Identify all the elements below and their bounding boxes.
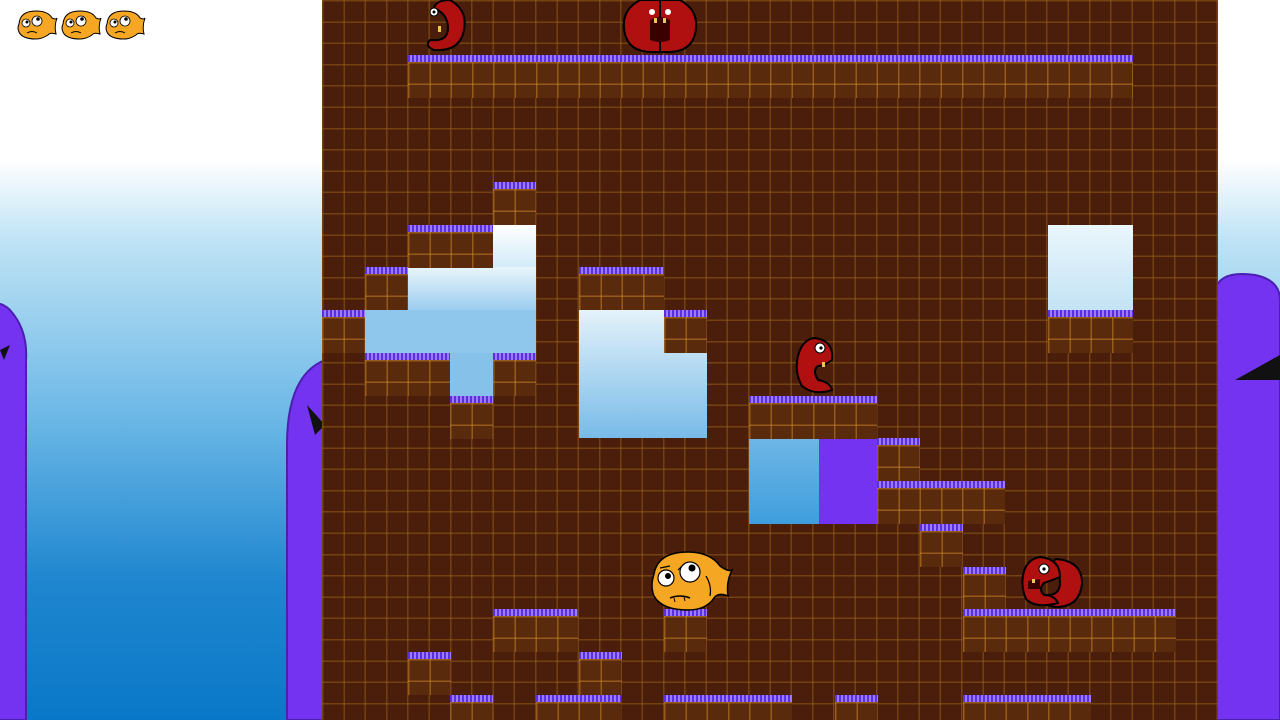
- player-face-icon: [16, 8, 58, 40]
- red-worm-pair-enemy-icon[interactable]: [1020, 555, 1084, 609]
- platform: [963, 695, 1091, 720]
- platform: [664, 310, 707, 353]
- platform: [408, 225, 493, 268]
- platform: [579, 267, 664, 310]
- platform: [877, 438, 920, 481]
- platform: [450, 695, 493, 720]
- platform: [877, 481, 1005, 524]
- platform: [664, 695, 792, 720]
- sky-gap: [365, 310, 536, 353]
- platform: [493, 353, 536, 396]
- platform: [408, 55, 1133, 98]
- red-worm-pair-enemy-icon[interactable]: [622, 0, 698, 54]
- platform: [579, 652, 622, 695]
- orange-blob-player-icon[interactable]: [648, 550, 734, 612]
- platform: [963, 609, 1176, 652]
- platform: [365, 267, 408, 310]
- sky-gap: [749, 438, 819, 524]
- player-face-icon: [60, 8, 102, 40]
- platform: [408, 652, 451, 695]
- red-worm-enemy-icon[interactable]: [420, 0, 468, 54]
- purple-monster-left: [0, 302, 28, 720]
- sky-gap: [1048, 225, 1133, 311]
- platform: [920, 524, 963, 567]
- player-face-icon: [104, 8, 146, 40]
- platform: [493, 609, 578, 652]
- red-worm-enemy-icon[interactable]: [794, 336, 838, 396]
- platform: [536, 695, 621, 720]
- platform: [493, 182, 536, 225]
- platform: [322, 310, 365, 353]
- platform: [365, 353, 450, 396]
- sky-gap: [450, 353, 493, 396]
- sky-gap: [493, 225, 536, 267]
- lives-counter: [16, 8, 146, 40]
- purple-pillar: [819, 438, 877, 524]
- platform: [835, 695, 878, 720]
- platform: [664, 609, 707, 652]
- platform: [1048, 310, 1133, 353]
- platform: [450, 396, 493, 439]
- platform: [963, 567, 1006, 610]
- platform: [749, 396, 877, 439]
- game-viewport[interactable]: [0, 0, 1280, 720]
